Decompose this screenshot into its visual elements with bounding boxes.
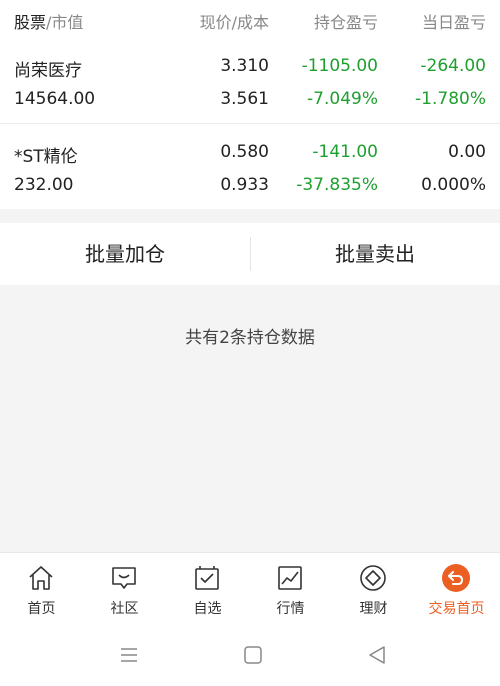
holdings-header: 股票/市值 现价/成本 持仓盈亏 当日盈亏 (0, 0, 500, 38)
home-button-icon[interactable] (240, 642, 266, 668)
tab-label: 自选 (193, 601, 222, 617)
holding-market-value: 232.00 (14, 175, 74, 195)
tab-watchlist[interactable]: 自选 (166, 553, 249, 625)
holding-day-amount: 0.00 (448, 142, 486, 162)
tab-label: 首页 (27, 601, 56, 617)
header-position-pl: 持仓盈亏 (313, 13, 378, 32)
holding-row[interactable]: *ST精伦 232.00 0.580 0.933 -141.00 -37.835… (0, 123, 500, 209)
holding-pl-amount: -141.00 (312, 142, 378, 162)
tab-market[interactable]: 行情 (249, 553, 332, 625)
home-icon (26, 563, 56, 593)
tab-label: 行情 (276, 601, 305, 617)
header-stock: 股票/市值 (14, 9, 83, 33)
tab-community[interactable]: 社区 (83, 553, 166, 625)
tab-label: 交易首页 (428, 601, 485, 617)
holding-day-percent: -1.780% (415, 89, 486, 109)
trade-icon (441, 563, 471, 593)
bottom-tab-bar: 首页 社区 自选 行情 理财 交易首页 (0, 552, 500, 624)
holding-cost: 0.933 (220, 175, 269, 195)
holding-pl-percent: -37.835% (296, 175, 378, 195)
tab-home[interactable]: 首页 (0, 553, 83, 625)
back-icon[interactable] (364, 642, 390, 668)
tab-trade-home[interactable]: 交易首页 (415, 553, 498, 625)
header-stock-sub: /市值 (46, 13, 84, 32)
menu-icon[interactable] (116, 642, 142, 668)
tab-wealth[interactable]: 理财 (332, 553, 415, 625)
chat-icon (109, 563, 139, 593)
batch-add-button[interactable]: 批量加仓 (0, 223, 250, 285)
holding-name: 尚荣医疗 (14, 61, 82, 81)
batch-sell-button[interactable]: 批量卖出 (250, 223, 500, 285)
header-day-pl: 当日盈亏 (421, 13, 486, 32)
holding-price: 0.580 (220, 142, 269, 162)
holding-day-percent: 0.000% (421, 175, 486, 195)
holding-price: 3.310 (220, 56, 269, 76)
holding-pl-amount: -1105.00 (301, 56, 378, 76)
holding-name: *ST精伦 (14, 147, 78, 167)
holding-row[interactable]: 尚荣医疗 14564.00 3.310 3.561 -1105.00 -7.04… (0, 38, 500, 124)
holding-pl-percent: -7.049% (307, 89, 378, 109)
diamond-icon (358, 563, 388, 593)
holding-day-amount: -264.00 (420, 56, 486, 76)
tab-label: 理财 (359, 601, 388, 617)
holdings-summary: 共有2条持仓数据 (185, 328, 315, 348)
header-price-cost: 现价/成本 (199, 13, 269, 32)
chart-icon (275, 563, 305, 593)
watchlist-icon (192, 563, 222, 593)
holding-market-value: 14564.00 (14, 89, 96, 109)
holding-cost: 3.561 (220, 89, 269, 109)
header-stock-main: 股票 (14, 13, 47, 32)
system-nav-bar (0, 624, 500, 686)
section-gap (0, 209, 500, 223)
tab-label: 社区 (110, 601, 139, 617)
batch-actions: 批量加仓 批量卖出 (0, 223, 500, 285)
